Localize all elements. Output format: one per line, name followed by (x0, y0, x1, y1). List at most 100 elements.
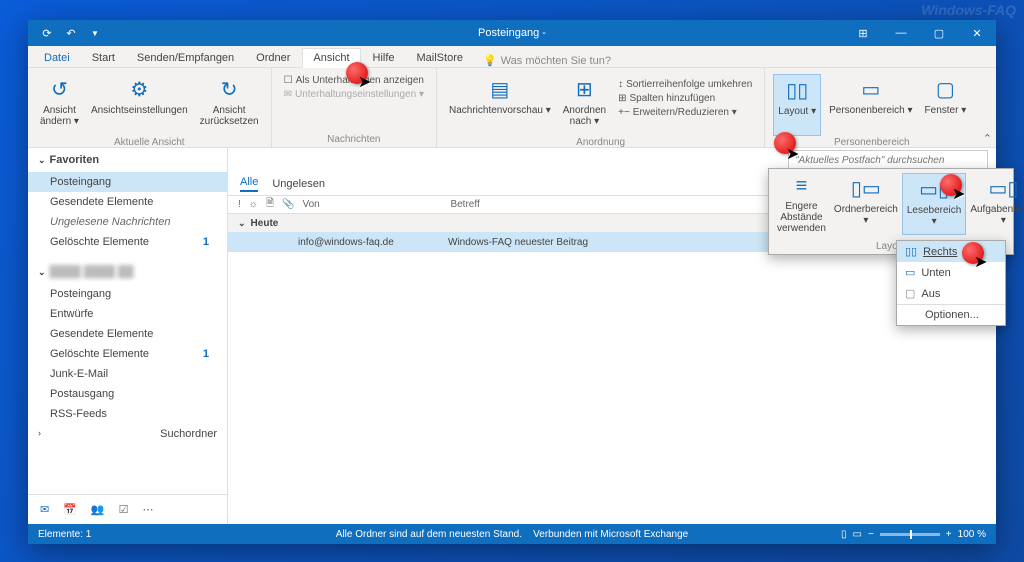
tab-folder[interactable]: Ordner (246, 49, 300, 67)
expand-icon: +− (618, 107, 630, 118)
reading-pane-bottom[interactable]: ▭Unten (897, 262, 1005, 283)
undo-icon[interactable]: ↶ (64, 26, 78, 40)
search-input[interactable] (788, 150, 988, 170)
reverse-sort-button[interactable]: ↕Sortierreihenfolge umkehren (614, 78, 756, 91)
msg-from: info@windows-faq.de (298, 237, 448, 248)
group-label: Anordnung (576, 136, 625, 150)
view-reading-icon[interactable]: ▭ (853, 529, 862, 540)
favorites-section[interactable]: ⌄Favoriten (28, 148, 227, 172)
nav-item[interactable]: Gelöschte Elemente1 (28, 232, 227, 252)
tab-mailstore[interactable]: MailStore (407, 49, 473, 67)
mail-icon[interactable]: ✉ (40, 503, 49, 516)
reading-pane-off[interactable]: ▢Aus (897, 283, 1005, 304)
filter-all[interactable]: Alle (240, 176, 258, 192)
layout-button[interactable]: ▯▯Layout ▾ (773, 74, 821, 136)
folder-pane-button[interactable]: ▯▭Ordnerbereich ▾ (830, 173, 902, 235)
from-column[interactable]: Von (302, 199, 442, 210)
status-sync: Alle Ordner sind auf dem neuesten Stand.… (336, 529, 688, 540)
ribbon-group-current-view: ↺Ansicht ändern ▾ ⚙Ansichtseinstellungen… (28, 68, 272, 147)
cursor-icon: ➤ (952, 184, 965, 204)
spacing-icon: ≡ (787, 174, 815, 199)
pane-bottom-icon: ▭ (905, 266, 915, 279)
change-view-icon: ↺ (45, 75, 73, 103)
conv-icon: ✉ (284, 89, 292, 100)
nav-item[interactable]: Ungelesene Nachrichten (28, 212, 227, 232)
filter-unread[interactable]: Ungelesen (272, 178, 325, 190)
arrange-by-button[interactable]: ⊞Anordnen nach ▾ (559, 74, 610, 136)
nav-item[interactable]: ›Suchordner (28, 424, 227, 444)
change-view-button[interactable]: ↺Ansicht ändern ▾ (36, 74, 83, 136)
minimize-button[interactable]: — (882, 20, 920, 46)
window-button[interactable]: ▢Fenster ▾ (921, 74, 971, 136)
nav-item[interactable]: Junk-E-Mail (28, 364, 227, 384)
checkbox-icon: ☐ (284, 75, 293, 86)
tab-start[interactable]: Start (82, 49, 125, 67)
ribbon-options-icon[interactable]: ⊞ (844, 20, 882, 46)
people-nav-icon[interactable]: 👥 (91, 503, 105, 516)
people-pane-button[interactable]: ▭Personenbereich ▾ (825, 74, 916, 136)
pane-off-icon: ▢ (905, 287, 915, 300)
reading-pane-options[interactable]: Optionen... (897, 304, 1005, 325)
zoom-level: 100 % (958, 529, 986, 540)
tab-file[interactable]: Datei (34, 49, 80, 67)
cursor-icon: ➤ (786, 144, 799, 164)
zoom-slider[interactable] (880, 533, 940, 536)
account-name: ████ ████ ██ (50, 266, 134, 278)
message-preview-button[interactable]: ▤Nachrichtenvorschau ▾ (445, 74, 555, 136)
view-normal-icon[interactable]: ▯ (841, 529, 847, 540)
nav-item[interactable]: Gelöschte Elemente1 (28, 344, 227, 364)
nav-bar: ✉ 📅 👥 ☑ ⋯ (28, 494, 227, 524)
subject-column[interactable]: Betreff (450, 199, 479, 210)
nav-item[interactable]: Gesendete Elemente (28, 192, 227, 212)
status-items: Elemente: 1 (38, 529, 91, 540)
nav-item[interactable]: Posteingang (28, 284, 227, 304)
attach-col-icon[interactable]: 📎 (282, 199, 294, 210)
tasks-icon[interactable]: ☑ (119, 503, 129, 516)
window-icon: ▢ (931, 75, 959, 103)
add-columns-button[interactable]: ⊞Spalten hinzufügen (614, 92, 756, 105)
bulb-icon: 💡 (483, 54, 497, 67)
more-icon[interactable]: ⋯ (143, 503, 154, 516)
nav-item[interactable]: Gesendete Elemente (28, 324, 227, 344)
gear-icon: ⚙ (125, 75, 153, 103)
todo-bar-button[interactable]: ▭▯Aufgabenleiste ▾ (966, 173, 1024, 235)
ribbon-group-layout: ▯▯Layout ▾ ▭Personenbereich ▾ ▢Fenster ▾… (765, 68, 978, 147)
nav-item[interactable]: RSS-Feeds (28, 404, 227, 424)
qat-dropdown-icon[interactable]: ▼ (88, 26, 102, 40)
cursor-icon: ➤ (974, 252, 987, 272)
columns-icon: ⊞ (618, 93, 626, 104)
tell-me[interactable]: 💡Was möchten Sie tun? (483, 54, 611, 67)
chevron-down-icon: ⌄ (38, 267, 46, 278)
zoom-in-button[interactable]: + (946, 529, 952, 540)
view-settings-button[interactable]: ⚙Ansichtseinstellungen (87, 74, 192, 136)
conversation-settings-button[interactable]: ✉Unterhaltungseinstellungen ▾ (280, 88, 428, 101)
close-button[interactable]: ✕ (958, 20, 996, 46)
reminder-col-icon[interactable]: ☼ (249, 199, 258, 210)
zoom-out-button[interactable]: − (868, 529, 874, 540)
collapse-ribbon-icon[interactable]: ⌃ (983, 132, 992, 145)
tab-send-receive[interactable]: Senden/Empfangen (127, 49, 244, 67)
title-bar: ⟳ ↶ ▼ Posteingang - ⊞ — ▢ ✕ (28, 20, 996, 46)
reset-view-button[interactable]: ↻Ansicht zurücksetzen (196, 74, 263, 136)
cursor-icon: ➤ (358, 72, 371, 92)
outlook-window: ⟳ ↶ ▼ Posteingang - ⊞ — ▢ ✕ Datei Start … (28, 20, 996, 544)
chevron-down-icon: ⌄ (238, 218, 246, 229)
reading-pane-right[interactable]: ▯▯Rechts (897, 241, 1005, 262)
icon-col[interactable]: 🗎 (266, 196, 274, 213)
calendar-icon[interactable]: 📅 (63, 503, 77, 516)
flag-col-icon[interactable]: ! (238, 199, 241, 210)
nav-item[interactable]: Posteingang (28, 172, 227, 192)
tab-help[interactable]: Hilfe (363, 49, 405, 67)
expand-collapse-button[interactable]: +−Erweitern/Reduzieren ▾ (614, 106, 756, 119)
nav-item[interactable]: Postausgang (28, 384, 227, 404)
folder-pane-icon: ▯▭ (852, 174, 880, 202)
preview-icon: ▤ (486, 75, 514, 103)
pane-right-icon: ▯▯ (905, 245, 917, 258)
reset-icon: ↻ (215, 75, 243, 103)
maximize-button[interactable]: ▢ (920, 20, 958, 46)
account-section[interactable]: ⌄ ████ ████ ██ (28, 260, 227, 284)
sync-icon[interactable]: ⟳ (40, 26, 54, 40)
group-label: Personenbereich (834, 136, 910, 150)
tighter-spacing-button[interactable]: ≡Engere Abstände verwenden (773, 173, 830, 235)
nav-item[interactable]: Entwürfe (28, 304, 227, 324)
